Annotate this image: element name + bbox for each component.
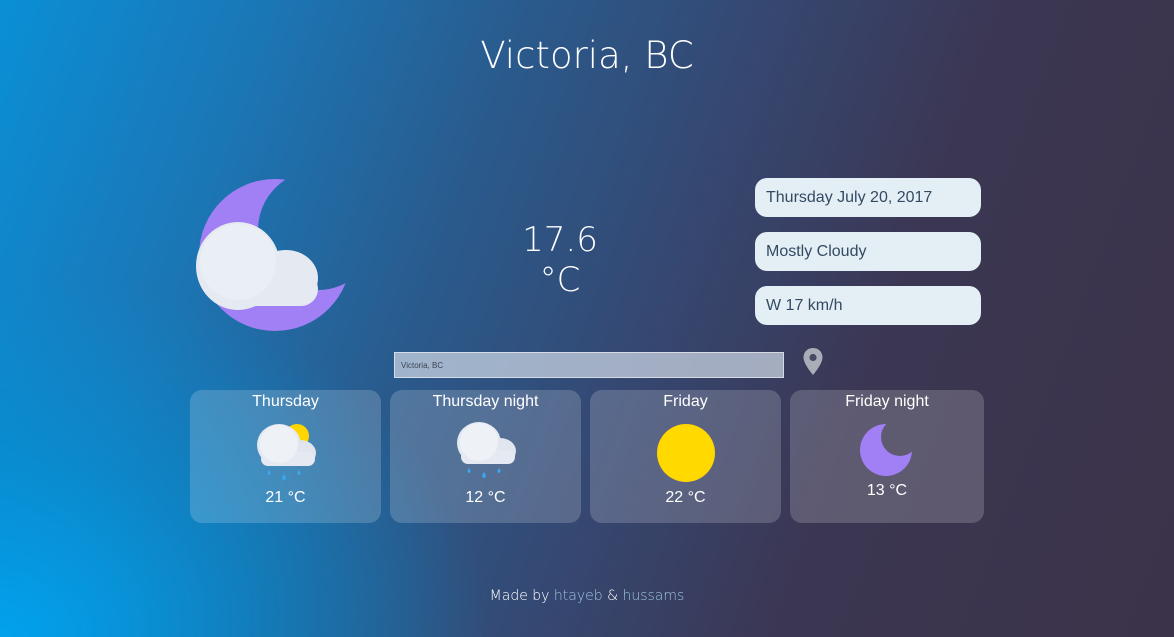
footer-separator: &: [607, 588, 619, 604]
forecast-day-label: Thursday: [252, 393, 319, 410]
forecast-card-friday-night: Friday night 13 °C: [790, 390, 984, 523]
forecast-temp: 21 °C: [265, 489, 306, 506]
forecast-card-friday: Friday 22 °C: [590, 390, 781, 523]
condition-display: Mostly Cloudy: [755, 232, 981, 271]
footer-prefix: Made by: [489, 588, 550, 604]
location-pin-icon[interactable]: [800, 346, 826, 378]
author-link-htayeb[interactable]: htayeb: [554, 588, 603, 604]
sun-icon: [656, 424, 715, 482]
current-temperature: 17.6 °C: [522, 220, 598, 300]
page-title: Victoria, BC: [480, 34, 694, 77]
forecast-temp: 12 °C: [465, 489, 506, 506]
forecast-card-thursday-night: Thursday night 12 °C: [390, 390, 581, 523]
forecast-temp: 13 °C: [866, 482, 908, 499]
date-display: Thursday July 20, 2017: [755, 178, 981, 217]
moon-cloud-icon: [196, 179, 351, 331]
forecast-card-thursday: Thursday 21 °C: [190, 390, 381, 523]
cloud-rain-icon: [456, 422, 516, 478]
forecast-temp: 22 °C: [665, 489, 706, 506]
moon-icon: [860, 424, 912, 476]
forecast-day-label: Friday: [663, 393, 708, 410]
author-link-hussams[interactable]: hussams: [622, 588, 684, 604]
location-search-input[interactable]: [394, 352, 784, 378]
forecast-day-label: Friday night: [845, 393, 929, 410]
wind-display: W 17 km/h: [755, 286, 981, 325]
forecast-day-label: Thursday night: [432, 393, 539, 410]
footer-credits: Made by htayeb & hussams: [0, 588, 1174, 604]
sun-cloud-rain-icon: [256, 424, 316, 480]
